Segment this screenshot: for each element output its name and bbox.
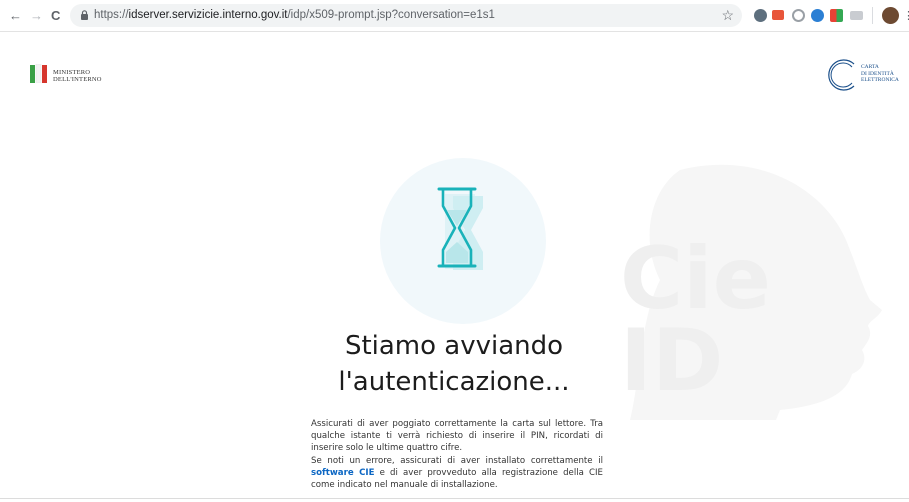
bookmark-star-icon[interactable]: ☆ <box>721 7 734 24</box>
hourglass-icon <box>437 187 483 270</box>
browser-toolbar: ← → C https://idserver.servizicie.intern… <box>0 0 909 32</box>
cie-c-icon <box>828 59 855 91</box>
profile-avatar[interactable] <box>882 7 899 24</box>
extension-blue-icon[interactable] <box>811 9 824 22</box>
extension-circle-icon[interactable] <box>792 9 805 22</box>
italian-flag-icon <box>30 64 47 83</box>
instructions-paragraph-1: Assicurati di aver poggiato correttament… <box>311 419 603 454</box>
software-cie-link[interactable]: software CIE <box>311 468 374 478</box>
reload-icon[interactable]: C <box>51 8 60 24</box>
ministry-name: MINISTERO DELL'INTERNO <box>53 69 102 83</box>
extension-gear-icon[interactable] <box>754 9 767 22</box>
cie-logo: CARTA DI IDENTITÀ ELETTRONICA <box>826 58 899 97</box>
instructions-paragraph-2: Se noti un errore, assicurati di aver in… <box>311 455 603 491</box>
menu-icon[interactable]: ⋮ <box>903 9 909 22</box>
back-icon[interactable]: ← <box>9 8 22 24</box>
page-bottom-divider <box>0 498 909 499</box>
toolbar-divider <box>872 7 873 24</box>
extension-red-icon[interactable] <box>772 10 784 20</box>
watermark-id-text: ID <box>620 311 723 411</box>
lock-icon <box>81 10 88 20</box>
url-text: https://idserver.servizicie.interno.gov.… <box>94 9 495 21</box>
cie-logo-text: CARTA DI IDENTITÀ ELETTRONICA <box>861 64 899 83</box>
forward-icon[interactable]: → <box>30 8 43 24</box>
extension-colorful-icon[interactable] <box>830 9 843 22</box>
instructions-text: Assicurati di aver poggiato correttament… <box>311 418 603 491</box>
extension-gray-icon[interactable] <box>850 11 863 20</box>
address-bar[interactable]: https://idserver.servizicie.interno.gov.… <box>70 4 742 27</box>
page-title: Stiamo avviando l'autenticazione... <box>338 331 570 397</box>
cie-id-watermark: Cie ID <box>620 164 882 420</box>
